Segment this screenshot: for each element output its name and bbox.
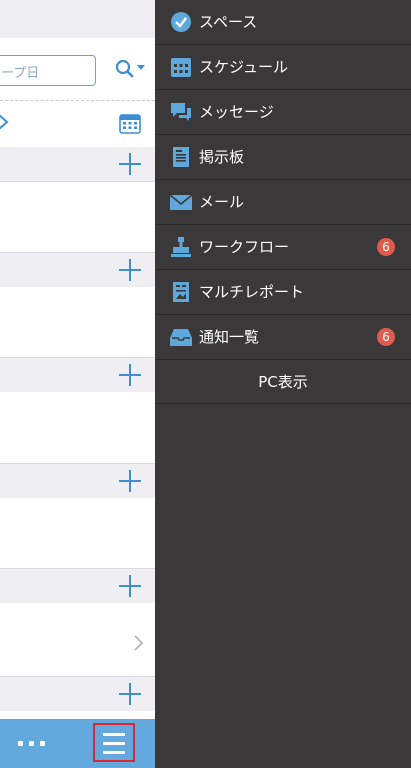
notification-tray-icon — [170, 326, 192, 348]
search-icon — [115, 59, 145, 78]
menu-item-multi-report[interactable]: マルチレポート — [155, 270, 411, 315]
add-plus-icon[interactable] — [119, 259, 141, 281]
unread-count-badge: 6 — [377, 328, 395, 346]
menu-item-label: 掲示板 — [199, 148, 245, 166]
menu-item-label: マルチレポート — [199, 283, 305, 301]
add-plus-icon[interactable] — [119, 575, 141, 597]
search-input[interactable]: ープ日 — [0, 55, 96, 86]
section-header — [0, 253, 155, 287]
section-header — [0, 677, 155, 711]
menu-item-label: スケジュール — [199, 58, 288, 76]
section-header — [0, 569, 155, 603]
menu-item-label: スペース — [199, 13, 258, 31]
message-icon — [170, 101, 192, 123]
space-icon — [170, 11, 192, 33]
hamburger-menu-button[interactable] — [93, 723, 135, 762]
divider — [0, 100, 155, 101]
section-header — [0, 147, 155, 181]
unread-count-badge: 6 — [377, 238, 395, 256]
more-button[interactable] — [18, 737, 46, 749]
search-dropdown-button[interactable] — [114, 57, 148, 81]
calendar-button[interactable] — [119, 112, 141, 134]
add-plus-icon[interactable] — [119, 364, 141, 386]
chevron-right-icon — [0, 114, 9, 130]
section-header — [0, 464, 155, 498]
background-page: ープ日 — [0, 0, 155, 768]
add-plus-icon[interactable] — [119, 683, 141, 705]
row-chevron[interactable] — [132, 634, 144, 652]
bulletin-board-icon — [170, 146, 192, 168]
menu-item-label: 通知一覧 — [199, 328, 260, 346]
menu-item-label: ワークフロー — [199, 238, 290, 256]
hamburger-icon — [103, 733, 125, 736]
menu-item-label: メール — [199, 193, 245, 211]
menu-item-mail[interactable]: メール — [155, 180, 411, 225]
page-header-bar — [0, 0, 155, 38]
menu-item-workflow[interactable]: ワークフロー 6 — [155, 225, 411, 270]
side-menu: スペース スケジュール メッセージ 掲示板 メール ワークフロー 6 マルチレポ… — [155, 0, 411, 768]
menu-item-space[interactable]: スペース — [155, 0, 411, 45]
chevron-right-icon — [134, 635, 144, 651]
menu-item-label: メッセージ — [199, 103, 274, 121]
calendar-icon — [170, 56, 192, 78]
mail-icon — [169, 191, 193, 213]
divider — [0, 181, 155, 182]
section-header — [0, 358, 155, 392]
add-plus-icon[interactable] — [119, 153, 141, 175]
menu-item-notifications[interactable]: 通知一覧 6 — [155, 315, 411, 360]
previous-arrow[interactable] — [0, 112, 10, 132]
menu-item-message[interactable]: メッセージ — [155, 90, 411, 135]
menu-item-schedule[interactable]: スケジュール — [155, 45, 411, 90]
add-plus-icon[interactable] — [119, 470, 141, 492]
pc-view-button[interactable]: PC表示 — [155, 360, 411, 404]
workflow-stamp-icon — [170, 236, 192, 258]
calendar-icon — [119, 114, 141, 134]
multi-report-icon — [170, 281, 192, 303]
menu-item-bulletin-board[interactable]: 掲示板 — [155, 135, 411, 180]
